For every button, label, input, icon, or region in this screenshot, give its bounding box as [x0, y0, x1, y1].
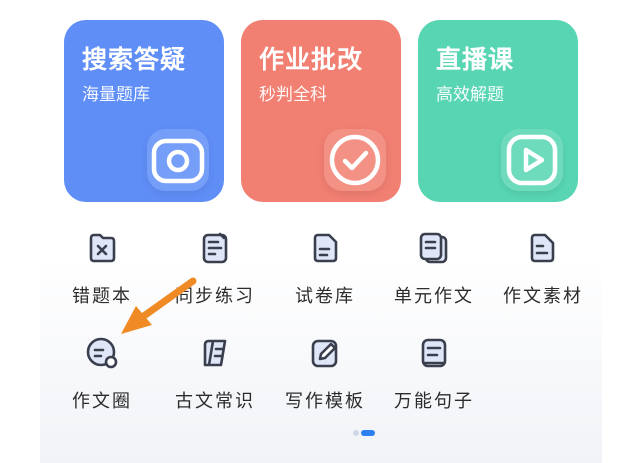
ancient-text-icon — [197, 335, 233, 371]
card-title: 直播课 — [436, 45, 515, 74]
grid-item-label: 万能句子 — [394, 391, 474, 412]
grid-item-essay-circle[interactable]: 作文圈 — [47, 335, 157, 425]
grid-item-unit-essay[interactable]: 单元作文 — [379, 230, 489, 320]
grid-item-label: 作文圈 — [72, 391, 132, 412]
writing-template-icon — [307, 335, 343, 371]
grid-item-practice[interactable]: 同步练习 — [160, 230, 270, 320]
card-title: 作业批改 — [259, 45, 364, 74]
check-icon — [324, 129, 386, 191]
sentence-icon — [416, 335, 452, 371]
unit-essay-icon — [416, 230, 452, 266]
grid-item-ancient-text[interactable]: 古文常识 — [160, 335, 270, 425]
grid-item-writing-template[interactable]: 写作模板 — [270, 335, 380, 425]
grid-item-label: 试卷库 — [295, 286, 355, 307]
page-dot-active[interactable] — [361, 430, 375, 436]
grid-item-label: 单元作文 — [394, 286, 474, 307]
grid-item-label: 古文常识 — [175, 391, 255, 412]
card-subtitle: 秒判全科 — [259, 85, 327, 105]
grid-item-label: 同步练习 — [175, 286, 255, 307]
essay-material-icon — [525, 230, 561, 266]
search-answer-card[interactable]: 搜索答疑 海量题库 — [64, 20, 224, 202]
exam-library-icon — [307, 230, 343, 266]
grid-item-label: 作文素材 — [503, 286, 583, 307]
live-class-card[interactable]: 直播课 高效解题 — [418, 20, 578, 202]
camera-icon — [147, 129, 209, 191]
wrong-book-icon — [84, 230, 120, 266]
grid-item-label: 错题本 — [72, 286, 132, 307]
grid-item-wrong-book[interactable]: 错题本 — [47, 230, 157, 320]
play-icon — [501, 129, 563, 191]
practice-icon — [197, 230, 233, 266]
grid-item-essay-material[interactable]: 作文素材 — [488, 230, 598, 320]
card-subtitle: 海量题库 — [82, 85, 150, 105]
grid-item-label: 写作模板 — [285, 391, 365, 412]
grid-item-sentence[interactable]: 万能句子 — [379, 335, 489, 425]
page-dot[interactable] — [353, 430, 359, 436]
card-title: 搜索答疑 — [82, 45, 187, 74]
grid-item-exam-library[interactable]: 试卷库 — [270, 230, 380, 320]
essay-circle-icon — [84, 335, 120, 371]
homework-check-card[interactable]: 作业批改 秒判全科 — [241, 20, 401, 202]
feature-panel: 搜索答疑 海量题库 作业批改 秒判全科 直播课 高效解题 错题本 同步练习 试卷… — [40, 0, 602, 463]
card-subtitle: 高效解题 — [436, 85, 504, 105]
